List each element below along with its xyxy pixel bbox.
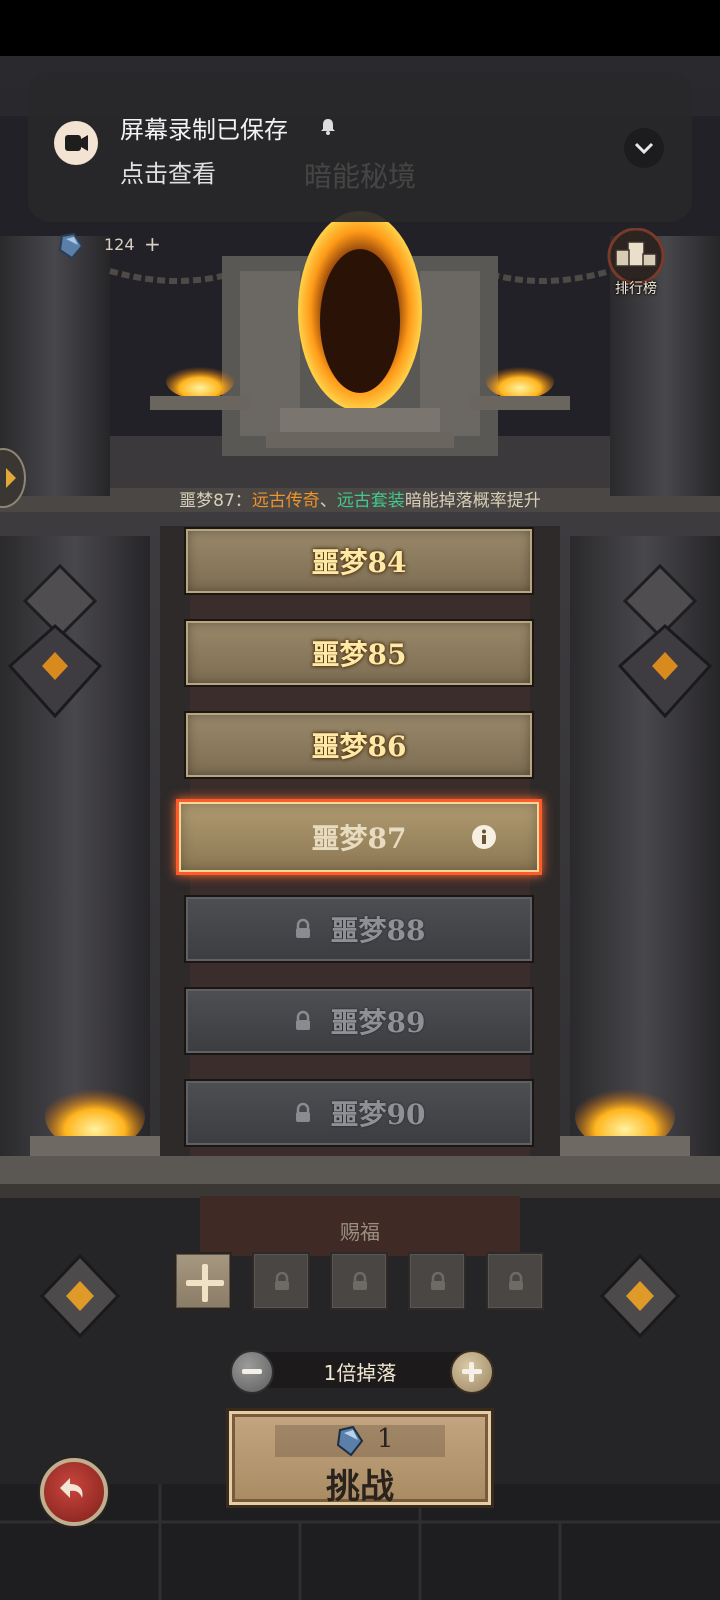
status-bar [0,0,720,56]
notice-item-legendary: 远古传奇 [251,491,320,511]
leaderboard-label: 排行榜 [615,281,657,297]
return-arrow-icon [60,1478,83,1498]
info-icon[interactable] [471,824,497,850]
lock-icon [431,1272,445,1290]
notice-suffix: 暗能掉落概率提升 [404,491,541,511]
level-label: 噩梦87 [311,822,407,855]
level-button-88-locked[interactable]: 噩梦88 [184,895,534,963]
level-label: 噩梦89 [330,1006,426,1039]
decrease-drop-button[interactable] [230,1350,274,1394]
add-currency-button[interactable]: + [144,232,161,256]
notice-separator: 、 [319,491,337,511]
screen-recording-notification[interactable]: 屏幕录制已保存 点击查看 [28,72,692,222]
blessing-slot-locked[interactable] [252,1252,310,1310]
blessing-slot-locked[interactable] [486,1252,544,1310]
blessing-title: 赐福 [340,1220,380,1244]
level-button-85[interactable]: 噩梦85 [184,619,534,687]
level-label: 噩梦90 [330,1098,426,1131]
crystal-gem-icon [336,1425,364,1457]
currency-count: 124 [104,235,135,254]
minus-icon [242,1369,262,1374]
notice-prefix: 噩梦87： [179,491,252,511]
blessing-slot-locked[interactable] [408,1252,466,1310]
lock-icon [353,1272,367,1290]
level-button-84[interactable]: 噩梦84 [184,527,534,595]
page-title: 暗能秘境 [303,160,416,193]
bonus-notice: 噩梦87：远古传奇、远古套装暗能掉落概率提升 [0,486,720,511]
level-button-89-locked[interactable]: 噩梦89 [184,987,534,1055]
lock-icon [275,1272,289,1290]
notification-title: 屏幕录制已保存 [120,116,288,144]
level-label: 噩梦84 [311,546,407,579]
lock-icon [295,918,310,938]
lock-icon [509,1272,523,1290]
back-button[interactable] [40,1458,108,1526]
level-label: 噩梦88 [330,914,426,947]
challenge-label: 挑战 [326,1467,394,1507]
leaderboard-button[interactable]: 排行榜 [606,227,666,300]
level-label: 噩梦85 [311,638,407,671]
drop-multiplier-label: 1倍掉落 [323,1361,397,1385]
notice-item-set: 远古套装 [336,491,405,511]
challenge-cost: 1 [377,1424,394,1454]
level-button-87-selected[interactable]: 噩梦87 [176,799,542,875]
currency-counter: 124 + [52,228,162,264]
level-button-90-locked[interactable]: 噩梦90 [184,1079,534,1147]
lock-icon [295,1010,310,1030]
lock-icon [295,1102,310,1122]
increase-drop-button[interactable] [450,1350,494,1394]
level-label: 噩梦86 [311,730,407,763]
crystal-gem-icon [58,232,84,260]
bell-icon [321,119,335,135]
blessing-slot-locked[interactable] [330,1252,388,1310]
add-blessing-button[interactable] [174,1252,232,1310]
level-button-86[interactable]: 噩梦86 [184,711,534,779]
challenge-button[interactable]: 1 挑战 [226,1408,494,1508]
